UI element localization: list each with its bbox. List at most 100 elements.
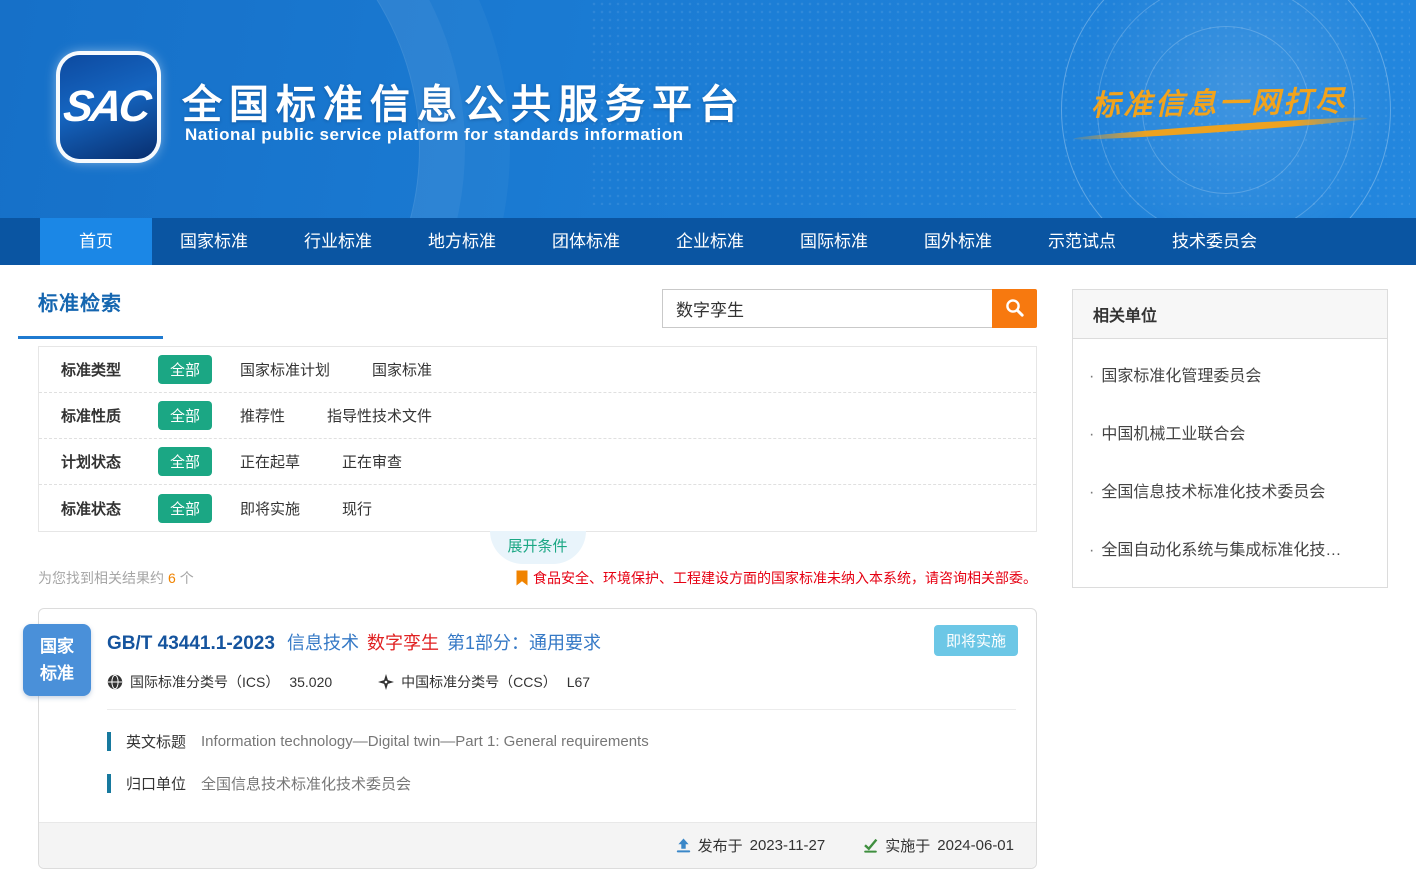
filter-all-button[interactable]: 全部 — [158, 447, 212, 476]
filter-option[interactable]: 现行 — [342, 498, 372, 519]
nav-item-enterprise-standards[interactable]: 企业标准 — [648, 218, 772, 265]
standard-title-line[interactable]: GB/T 43441.1-2023 信息技术数字孪生第1部分：通用要求 — [107, 629, 1016, 655]
section-title-block: 标准检索 — [38, 287, 163, 339]
field-label: 英文标题 — [126, 731, 186, 752]
nav-item-foreign-standards[interactable]: 国外标准 — [896, 218, 1020, 265]
filter-all-button[interactable]: 全部 — [158, 401, 212, 430]
sidebar-item-it-standardization-committee[interactable]: ·全国信息技术标准化技术委员会 — [1073, 461, 1387, 519]
filter-option[interactable]: 国家标准 — [372, 359, 432, 380]
english-title-row: 英文标题 Information technology—Digital twin… — [107, 731, 1016, 752]
bullet: · — [1089, 368, 1094, 385]
filter-label: 标准类型 — [61, 359, 158, 380]
sidebar-item-machinery-federation[interactable]: · 中国机械工业联合会 — [1073, 403, 1387, 461]
committee-row: 归口单位 全国信息技术标准化技术委员会 — [107, 773, 1016, 794]
bookmark-icon — [516, 570, 528, 586]
compass-icon — [378, 674, 394, 690]
nav-item-group-standards[interactable]: 团体标准 — [524, 218, 648, 265]
filter-row-standard-nature: 标准性质 全部 推荐性 指导性技术文件 — [39, 393, 1036, 439]
standard-title-highlight[interactable]: 数字孪生 — [367, 633, 439, 653]
filter-option[interactable]: 推荐性 — [240, 405, 285, 426]
nav-item-technical-committee[interactable]: 技术委员会 — [1144, 218, 1285, 265]
filter-label: 标准性质 — [61, 405, 158, 426]
sidebar-item-label: 中国机械工业联合会 — [1101, 426, 1245, 443]
nav-item-industry-standards[interactable]: 行业标准 — [276, 218, 400, 265]
ics-value: 35.020 — [289, 674, 332, 690]
nav-item-local-standards[interactable]: 地方标准 — [400, 218, 524, 265]
result-count-suffix: 个 — [180, 570, 194, 586]
main-column: 标准检索 标准类型 全部 国家标准计划 国家标准 标准性质 — [38, 287, 1037, 869]
upload-icon — [676, 838, 691, 853]
filter-row-plan-status: 计划状态 全部 正在起草 正在审查 — [39, 439, 1036, 485]
sidebar-item-sac[interactable]: · 国家标准化管理委员会 — [1073, 345, 1387, 403]
result-count-prefix: 为您找到相关结果约 — [38, 570, 164, 586]
status-badge: 即将实施 — [934, 625, 1018, 656]
nav-item-international-standards[interactable]: 国际标准 — [772, 218, 896, 265]
ccs-value: L67 — [567, 674, 590, 690]
filter-row-standard-type: 标准类型 全部 国家标准计划 国家标准 — [39, 347, 1036, 393]
filter-all-button[interactable]: 全部 — [158, 494, 212, 523]
page-title: 标准检索 — [38, 287, 163, 316]
system-notice: 食品安全、环境保护、工程建设方面的国家标准未纳入本系统，请咨询相关部委。 — [516, 568, 1037, 588]
filter-label: 计划状态 — [61, 451, 158, 472]
site-header: SAC 全国标准信息公共服务平台 National public service… — [0, 0, 1416, 218]
filter-panel: 标准类型 全部 国家标准计划 国家标准 标准性质 全部 推荐性 指导性技术文件 … — [38, 346, 1037, 532]
bullet: · — [1089, 426, 1094, 443]
standard-title-part[interactable]: 第1部分：通用要求 — [447, 633, 601, 653]
published-date-item: 发布于 2023-11-27 — [676, 835, 826, 856]
filter-option[interactable]: 正在起草 — [240, 451, 300, 472]
national-standard-badge[interactable]: 国家 标准 — [23, 624, 91, 696]
search-input[interactable] — [662, 289, 992, 328]
ccs-meta: 中国标准分类号（CCS） L67 — [378, 672, 590, 692]
published-label: 发布于 — [698, 835, 743, 856]
title-underline — [18, 336, 163, 339]
search-section-row: 标准检索 — [38, 287, 1037, 339]
field-accent-bar — [107, 774, 111, 793]
badge-text: 国家 — [40, 633, 74, 660]
filter-all-button[interactable]: 全部 — [158, 355, 212, 384]
english-title-value: Information technology—Digital twin—Part… — [201, 733, 649, 750]
field-label: 归口单位 — [126, 773, 186, 794]
standard-code-link[interactable]: GB/T 43441.1-2023 — [107, 633, 275, 654]
filter-option[interactable]: 即将实施 — [240, 498, 300, 519]
filter-row-standard-status: 标准状态 全部 即将实施 现行 — [39, 485, 1036, 531]
content-area: 标准检索 标准类型 全部 国家标准计划 国家标准 标准性质 — [0, 265, 1416, 869]
bullet: · — [1089, 542, 1094, 559]
ccs-label: 中国标准分类号（CCS） — [401, 672, 557, 692]
expand-conditions-button[interactable]: 展开条件 — [490, 531, 586, 564]
filter-option[interactable]: 指导性技术文件 — [327, 405, 432, 426]
implemented-label: 实施于 — [885, 835, 930, 856]
ics-label: 国际标准分类号（ICS） — [130, 672, 279, 692]
search-button[interactable] — [992, 289, 1037, 328]
implemented-date-item: 实施于 2024-06-01 — [863, 835, 1014, 856]
site-slogan: 标准信息一网打尽 — [1074, 77, 1365, 124]
sidebar-item-automation-committee[interactable]: · 全国自动化系统与集成标准化技… — [1073, 519, 1387, 577]
related-units-title: 相关单位 — [1073, 290, 1387, 339]
notice-text: 食品安全、环境保护、工程建设方面的国家标准未纳入本系统，请咨询相关部委。 — [533, 568, 1037, 588]
filter-option[interactable]: 正在审查 — [342, 451, 402, 472]
sidebar-item-label: 全国信息技术标准化技术委员会 — [1101, 484, 1325, 501]
nav-item-national-standards[interactable]: 国家标准 — [152, 218, 276, 265]
card-divider — [107, 709, 1016, 710]
sidebar-item-label: 全国自动化系统与集成标准化技… — [1101, 542, 1341, 559]
sidebar-item-label: 国家标准化管理委员会 — [1101, 368, 1261, 385]
ics-meta: 国际标准分类号（ICS） 35.020 — [107, 672, 332, 692]
filter-option[interactable]: 国家标准计划 — [240, 359, 330, 380]
filter-label: 标准状态 — [61, 498, 158, 519]
card-main: GB/T 43441.1-2023 信息技术数字孪生第1部分：通用要求 国际标准分… — [39, 609, 1036, 798]
related-units-panel: 相关单位 ·国家标准化管理委员会 ·中国机械工业联合会 ·全国信息技术标准化技术… — [1072, 289, 1388, 588]
standard-result-card: 国家 标准 即将实施 GB/T 43441.1-2023 信息技术数字孪生第1部分… — [38, 608, 1037, 869]
standard-title-part[interactable]: 信息技术 — [287, 633, 359, 653]
nav-item-home[interactable]: 首页 — [40, 218, 152, 265]
magnifier-icon — [1004, 297, 1025, 321]
site-title: 全国标准信息公共服务平台 — [182, 72, 746, 130]
sac-logo[interactable]: SAC — [60, 55, 157, 159]
implemented-date: 2024-06-01 — [937, 837, 1014, 854]
globe-icon — [107, 674, 123, 690]
related-units-list: ·国家标准化管理委员会 ·中国机械工业联合会 ·全国信息技术标准化技术委员会 ·… — [1073, 339, 1387, 587]
badge-text: 标准 — [40, 660, 74, 687]
result-count: 为您找到相关结果约6个 — [38, 568, 194, 588]
nav-item-pilot[interactable]: 示范试点 — [1020, 218, 1144, 265]
nav-list: 首页 国家标准 行业标准 地方标准 团体标准 企业标准 国际标准 国外标准 示范… — [0, 218, 1416, 265]
main-nav: 首页 国家标准 行业标准 地方标准 团体标准 企业标准 国际标准 国外标准 示范… — [0, 218, 1416, 265]
card-footer: 发布于 2023-11-27 实施于 2024-06-01 — [39, 822, 1036, 868]
